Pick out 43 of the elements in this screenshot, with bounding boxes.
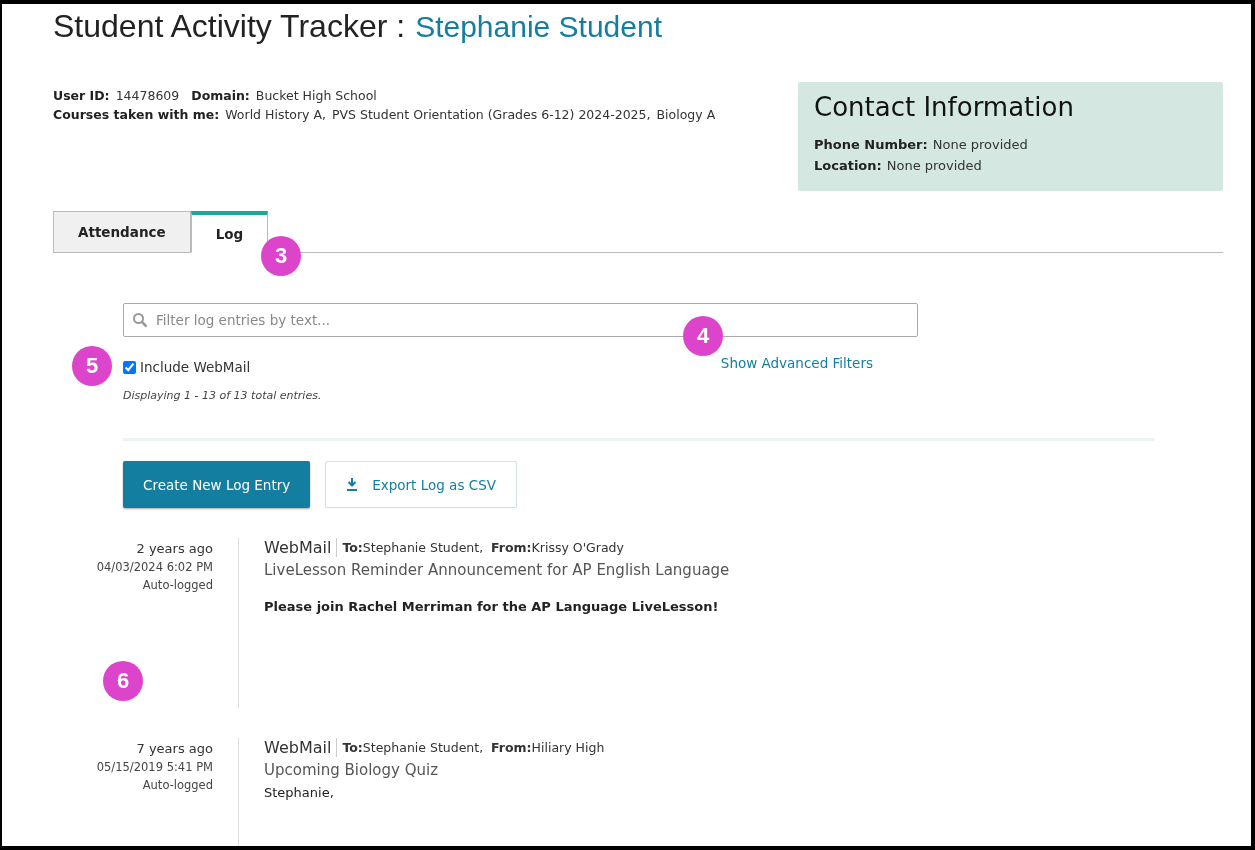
export-button[interactable]: Export Log as CSV	[325, 461, 517, 508]
contact-title: Contact Information	[814, 92, 1075, 122]
callout-badge: 6	[103, 661, 143, 701]
entry-age: 7 years ago	[136, 740, 213, 758]
field-label: Location:	[814, 157, 882, 175]
entry-datetime: 04/03/2024 6:02 PM	[96, 559, 213, 576]
entry-subject: LiveLesson Reminder Announcement for AP English Language	[264, 561, 731, 579]
entry-type: WebMail	[264, 538, 338, 557]
course-name: PVS Student Orientation (Grades 6-12) 2024-2025,	[332, 107, 651, 122]
tab[interactable]: Attendance	[53, 211, 191, 253]
entry-type: WebMail	[264, 738, 338, 757]
entry-source: Auto-logged	[142, 777, 213, 794]
tab[interactable]: Log	[190, 211, 269, 253]
download-icon	[346, 478, 359, 491]
course-name: Biology A	[656, 107, 716, 122]
entry-body: Stephanie,	[264, 785, 335, 800]
callout-badge: 4	[683, 316, 723, 356]
field-value: None provided	[886, 157, 982, 175]
search-icon	[132, 312, 148, 328]
checkbox[interactable]	[123, 360, 136, 374]
entry-datetime: 05/15/2019 5:41 PM	[96, 759, 213, 776]
field-label: Courses taken with me:	[53, 107, 220, 122]
field-value: Bucket High School	[255, 88, 377, 103]
student-name: Stephanie Student	[415, 10, 662, 44]
callout-badge: 3	[261, 236, 301, 276]
advanced-filters-link[interactable]: Show Advanced Filters	[720, 355, 873, 375]
create-entry-button[interactable]: Create New Log Entry	[123, 461, 311, 508]
entry-recipients: To:Stephanie Student, From:Krissy O'Grady	[341, 540, 624, 555]
field-label: Domain:	[191, 88, 250, 103]
field-value: 14478609	[115, 88, 180, 103]
entry-source: Auto-logged	[142, 577, 213, 594]
entry-body: Please join Rachel Merriman for the AP Language LiveLesson!	[264, 599, 720, 614]
entry-recipients: To:Stephanie Student, From:Hiliary High	[341, 740, 605, 755]
page-title: Student Activity Tracker :	[53, 8, 406, 45]
entry-age: 2 years ago	[136, 540, 213, 558]
field-value: None provided	[932, 136, 1028, 154]
entry-subject: Upcoming Biology Quiz	[264, 761, 439, 779]
callout-badge: 5	[72, 346, 112, 386]
course-name: World History A,	[225, 107, 326, 122]
field-label: User ID:	[53, 88, 110, 103]
checkbox-label: Include WebMail	[140, 359, 251, 375]
entries-count: Displaying 1 - 13 of 13 total entries.	[123, 389, 323, 402]
field-label: Phone Number:	[814, 136, 928, 154]
